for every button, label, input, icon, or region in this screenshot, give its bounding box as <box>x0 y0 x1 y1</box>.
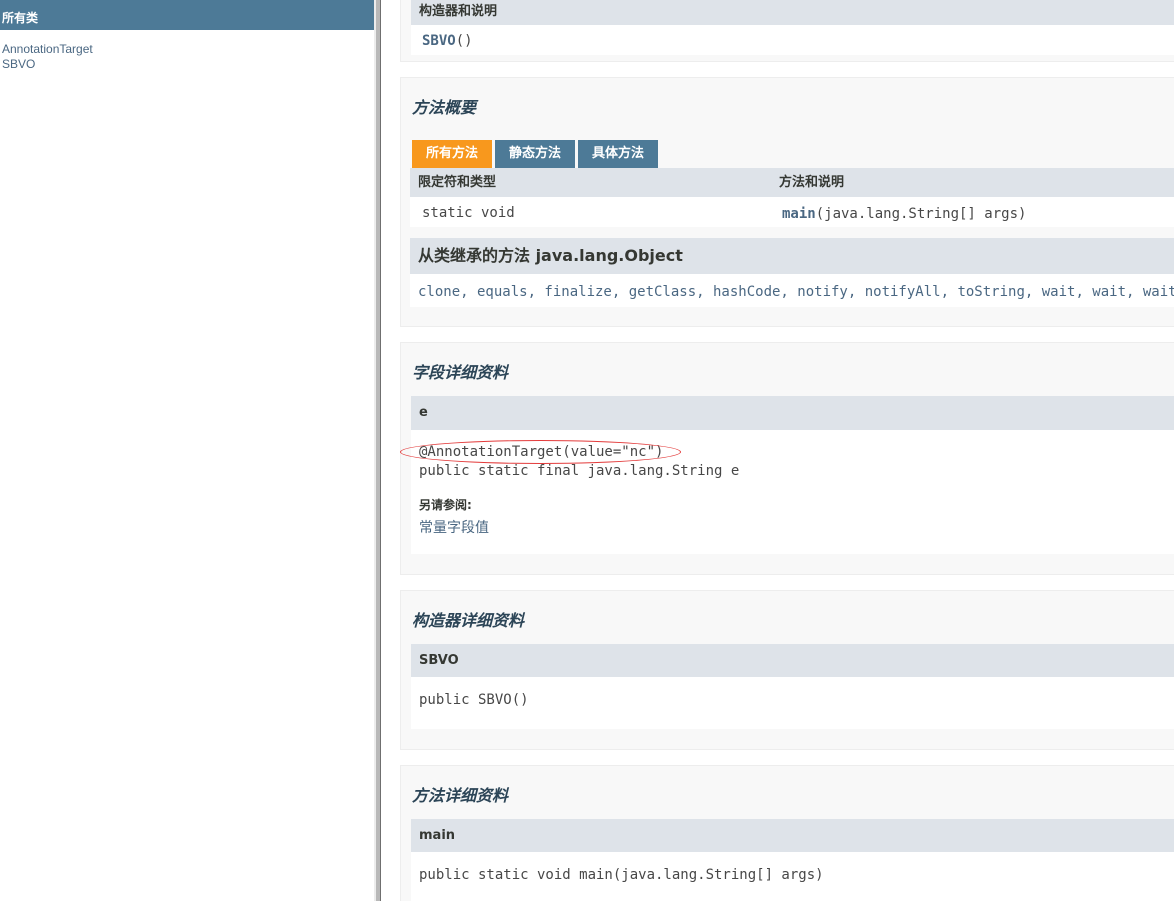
tab-all-methods[interactable]: 所有方法 <box>412 140 492 168</box>
method-detail-block: 方法详细资料 main public static void main(java… <box>400 765 1174 901</box>
constructor-parens: () <box>455 33 473 49</box>
constructor-detail-block: 构造器详细资料 SBVO public SBVO() <box>400 590 1174 750</box>
method-summary-title: 方法概要 <box>412 98 477 117</box>
all-classes-header: 所有类 <box>0 0 374 30</box>
method-name-header: main <box>411 819 1174 852</box>
inherited-methods-row: clone, equals, finalize, getClass, hashC… <box>410 274 1174 307</box>
class-list: AnnotationTarget SBVO <box>2 42 93 72</box>
annotation-highlight-ellipse <box>400 440 681 464</box>
field-name-header: e <box>411 396 1174 430</box>
inherited-method-links[interactable]: clone, equals, finalize, getClass, hashC… <box>418 284 1174 300</box>
tab-concrete-methods[interactable]: 具体方法 <box>578 140 658 168</box>
row-modifier-type: static void <box>422 205 515 221</box>
constructor-summary-header: 构造器和说明 <box>411 0 1174 25</box>
method-summary-row: static void main(java.lang.String[] args… <box>410 197 1174 227</box>
method-summary-table-header: 限定符和类型 方法和说明 <box>410 168 1174 197</box>
field-signature: public static final java.lang.String e <box>419 463 740 479</box>
method-signature: public static void main(java.lang.String… <box>419 867 824 883</box>
constructor-signature: public SBVO() <box>419 692 529 708</box>
inherited-methods-header: 从类继承的方法 java.lang.Object <box>410 238 1174 274</box>
constructor-link-sbvo[interactable]: SBVO <box>422 33 456 49</box>
col-method-description: 方法和说明 <box>779 175 845 190</box>
method-detail-body: public static void main(java.lang.String… <box>411 852 1174 901</box>
constructor-summary-block: 构造器和说明 SBVO() <box>400 0 1174 62</box>
constructor-detail-body: public SBVO() <box>411 677 1174 729</box>
constructor-summary-row: SBVO() <box>411 25 1174 55</box>
method-detail-title: 方法详细资料 <box>412 786 509 805</box>
see-also-label: 另请参阅: <box>419 498 472 512</box>
method-link-main[interactable]: main <box>782 206 816 222</box>
all-classes-frame: 所有类 AnnotationTarget SBVO <box>0 0 374 901</box>
constructor-name-header: SBVO <box>411 644 1174 677</box>
class-link-sbvo[interactable]: SBVO <box>2 57 93 72</box>
col-modifier-type: 限定符和类型 <box>418 175 497 190</box>
constant-field-values-link[interactable]: 常量字段值 <box>419 517 489 537</box>
field-detail-title: 字段详细资料 <box>412 363 509 382</box>
method-params: (java.lang.String[] args) <box>815 206 1027 222</box>
tab-static-methods[interactable]: 静态方法 <box>495 140 575 168</box>
constructor-detail-title: 构造器详细资料 <box>412 611 525 630</box>
class-link-annotationtarget[interactable]: AnnotationTarget <box>2 42 93 57</box>
